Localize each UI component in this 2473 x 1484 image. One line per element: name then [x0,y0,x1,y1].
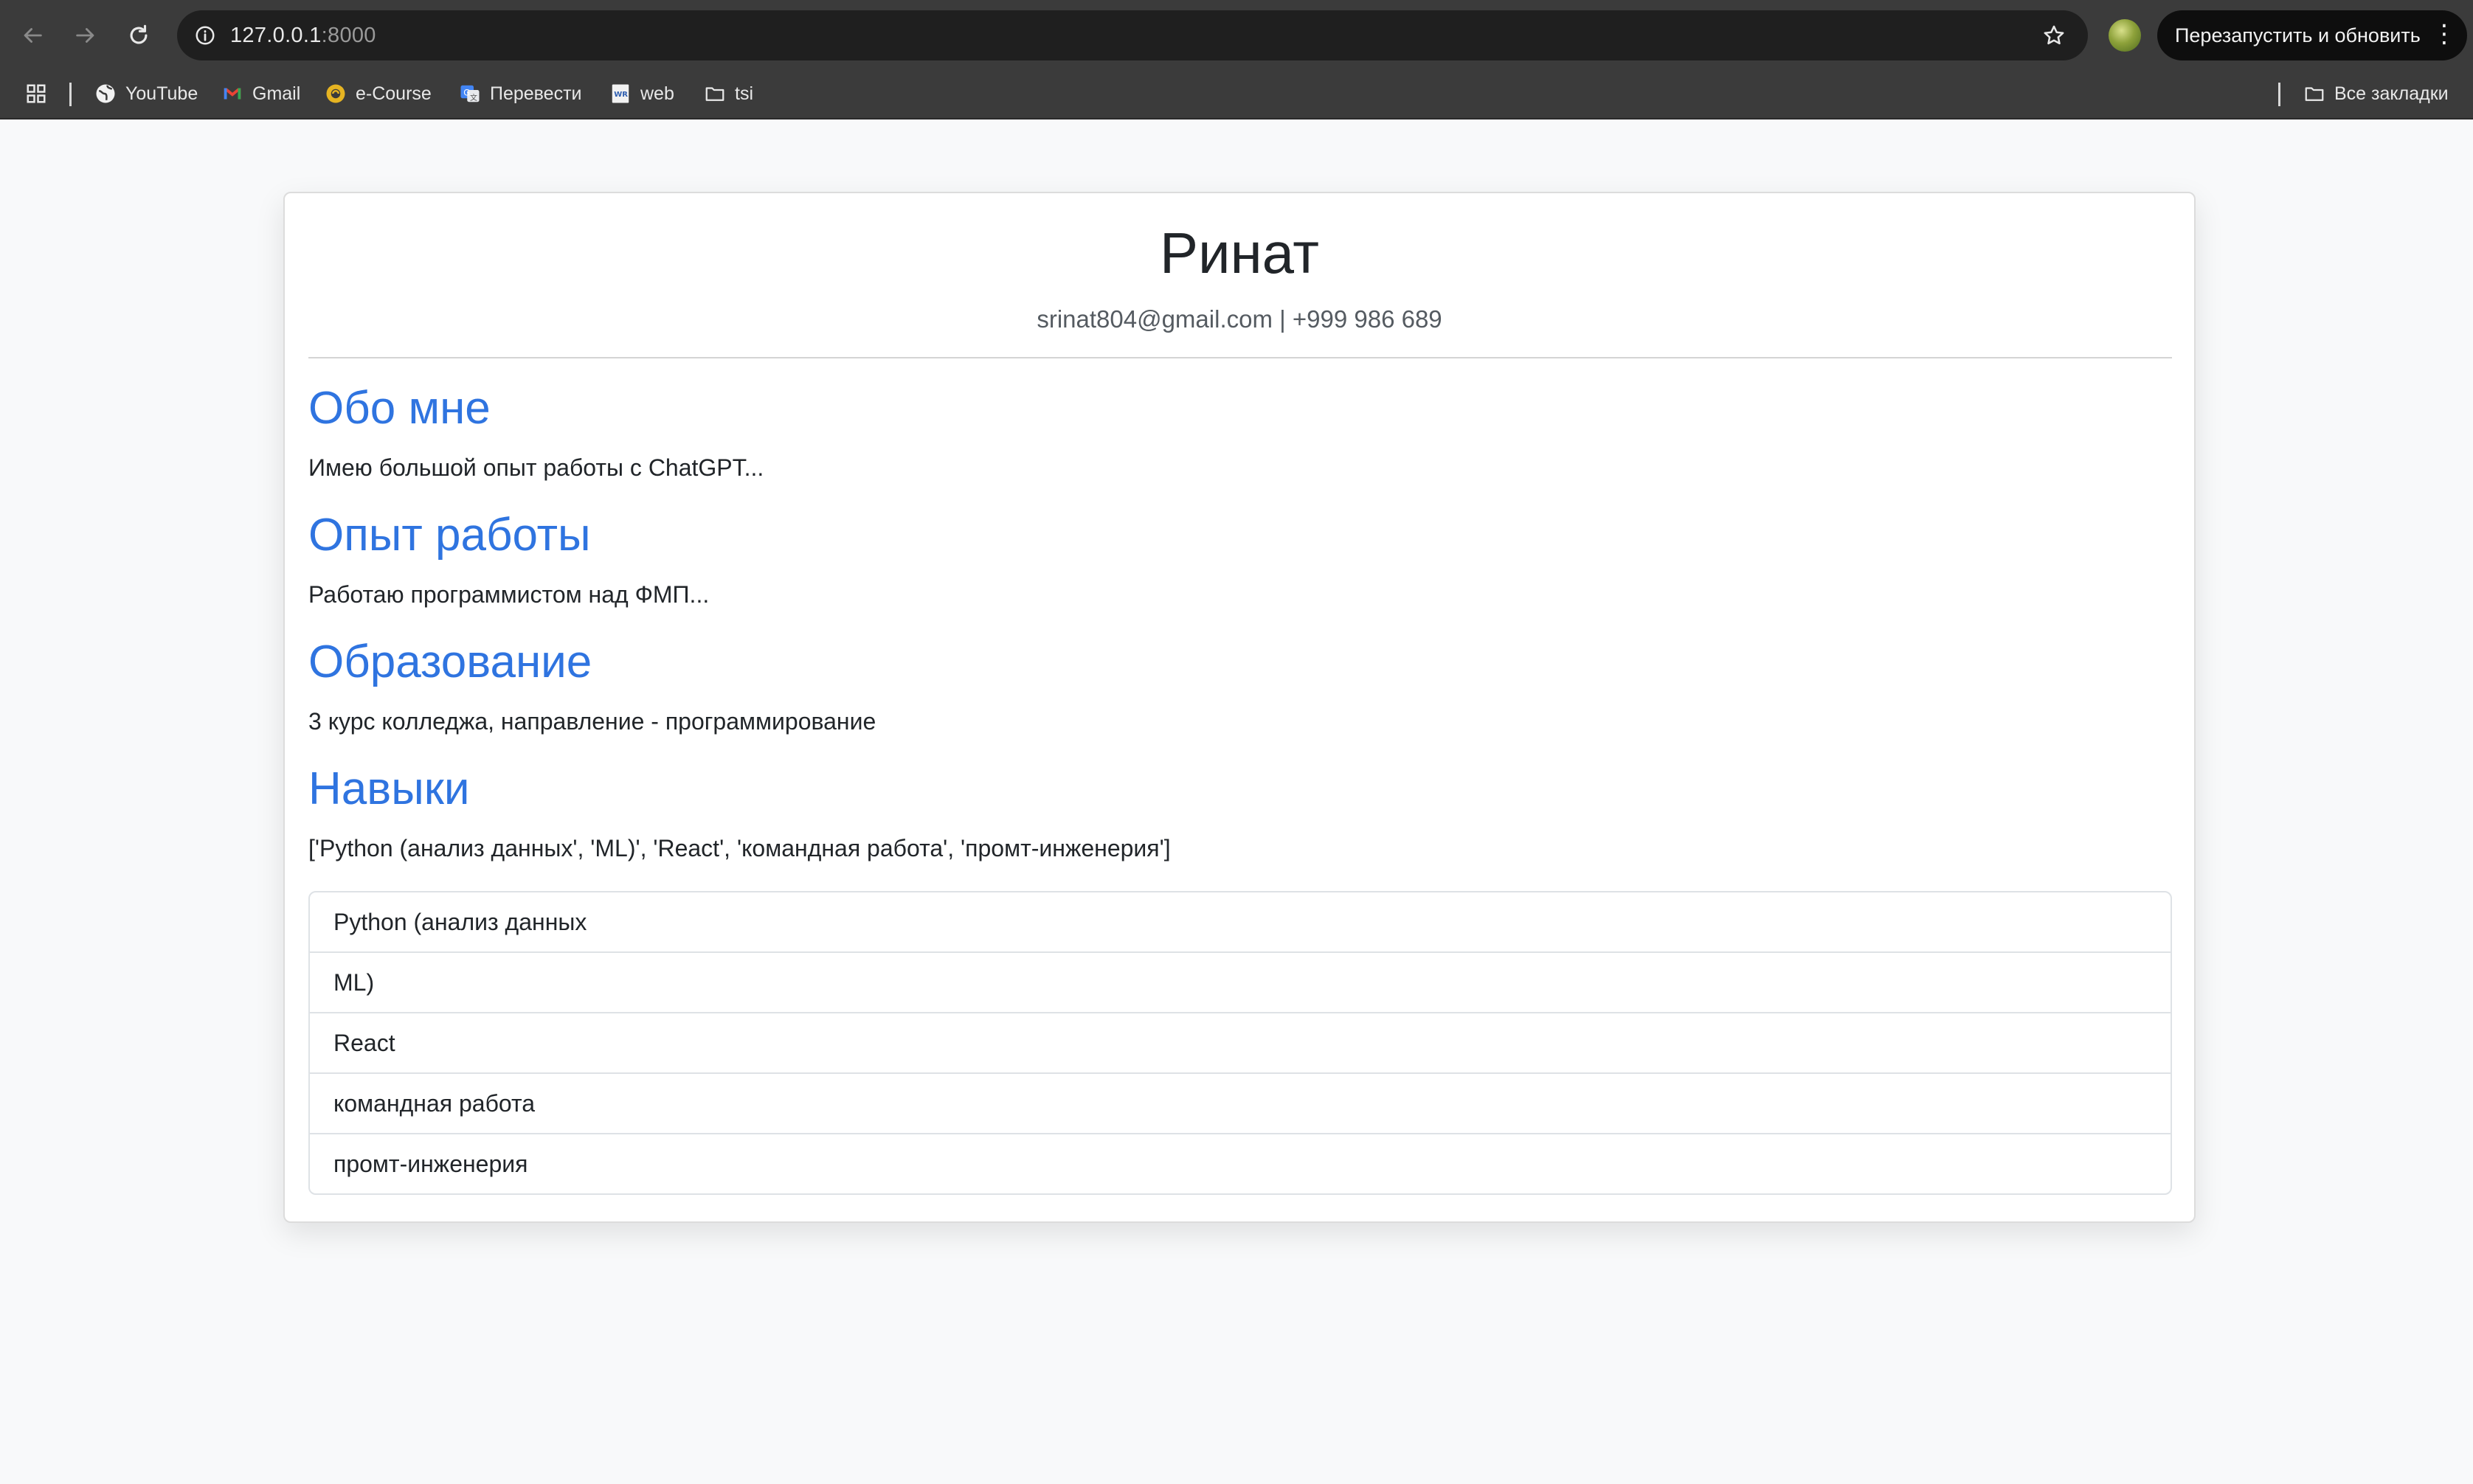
bookmark-e-course[interactable]: e-Course [325,71,432,117]
bookmark-translate[interactable]: G文 Перевести [459,71,582,117]
header-divider [308,357,2172,358]
bookmark-gmail[interactable]: Gmail [221,71,300,117]
bookmark-folder-tsi[interactable]: tsi [704,71,753,117]
browser-toolbar: 127.0.0.1:8000 Перезапустить и обновить … [0,0,2473,71]
folder-icon [2303,83,2325,105]
forward-button[interactable] [66,16,105,55]
bookmark-label: web [640,83,674,104]
all-bookmarks-label: Все закладки [2334,83,2449,104]
section-text-experience: Работаю программистом над ФМП... [308,581,710,608]
list-item: React [310,1013,2171,1074]
profile-avatar[interactable] [2109,19,2141,52]
section-text-skills: ['Python (анализ данных', 'ML)', 'React'… [308,835,1171,861]
section-title-skills: Навыки [308,763,470,814]
reload-button[interactable] [120,16,158,55]
svg-text:文: 文 [470,93,477,103]
site-info-icon[interactable] [190,21,220,50]
url-port: :8000 [321,24,376,47]
svg-text:G: G [463,89,470,98]
skills-list: Python (анализ данных ML) React командна… [308,891,2172,1195]
section-text-about: Имею большой опыт работы с ChatGPT... [308,454,764,481]
bookmarks-separator [2278,83,2280,106]
all-bookmarks-button[interactable]: Все закладки [2303,71,2449,117]
address-bar[interactable]: 127.0.0.1:8000 [177,10,2088,60]
relaunch-update-button[interactable]: Перезапустить и обновить ⋮ [2157,10,2467,60]
apps-grid-button[interactable] [25,71,56,117]
apps-grid-icon [25,83,47,105]
section-title-experience: Опыт работы [308,510,591,561]
resume-name: Ринат [1159,221,1320,285]
folder-icon [704,83,726,105]
back-button[interactable] [13,16,52,55]
more-menu-icon[interactable]: ⋮ [2432,10,2457,58]
list-item: промт-инженерия [333,1151,528,1177]
bookmark-label: Gmail [252,83,301,104]
resume-card: Ринат srinat804@gmail.com | +999 986 689… [283,192,2196,1223]
bookmark-label: Перевести [490,83,582,104]
list-item: командная работа [310,1074,2171,1134]
relaunch-label: Перезапустить и обновить [2175,24,2421,46]
url-text[interactable]: 127.0.0.1:8000 [230,10,376,60]
forward-arrow-icon [76,28,94,43]
gmail-icon [221,83,243,105]
bookmark-label: e-Course [356,83,432,104]
svg-text:WR: WR [614,91,628,99]
bookmarks-bar: YouTube Gmail e-Course G文 Перевести WR w… [0,71,2473,119]
bookmark-youtube[interactable]: YouTube [94,71,198,117]
bookmark-label: YouTube [125,83,198,104]
back-arrow-icon [24,28,42,43]
globe-icon [94,83,117,105]
section-title-about: Обо мне [308,383,491,434]
list-item: Python (анализ данных [310,892,2171,953]
reload-icon [130,24,148,44]
translate-icon: G文 [459,83,481,105]
section-title-education: Образование [308,637,592,687]
wr-icon: WR [609,83,632,105]
e-course-icon [325,83,347,105]
list-item: ML) [310,953,2171,1013]
section-text-education: 3 курс колледжа, направление - программи… [308,708,876,735]
page-viewport: Ринат srinat804@gmail.com | +999 986 689… [0,121,2473,1484]
contact-info: srinat804@gmail.com | +999 986 689 [1037,305,1442,333]
bookmark-label: tsi [735,83,753,104]
url-host: 127.0.0.1 [230,24,322,47]
bookmark-star-icon[interactable] [2039,21,2069,50]
bookmark-web[interactable]: WR web [609,71,674,117]
bookmarks-separator [69,83,72,106]
